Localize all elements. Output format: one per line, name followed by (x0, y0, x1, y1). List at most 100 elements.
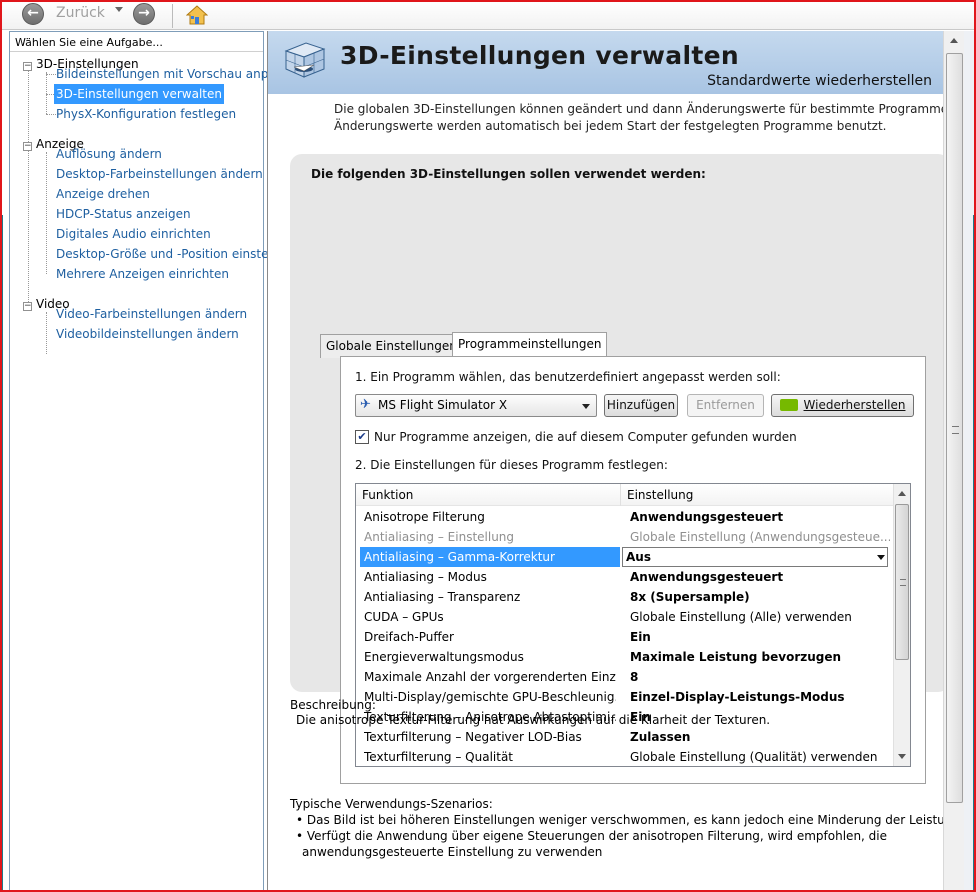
intro-line: Die globalen 3D-Einstellungen können geä… (334, 102, 944, 116)
intro-line: Änderungswerte werden automatisch bei je… (334, 119, 887, 133)
desktop-edge-left (0, 215, 3, 892)
function-cell: Texturfilterung – Negativer LOD-Bias (364, 730, 582, 744)
program-select-value: MS Flight Simulator X (378, 398, 508, 412)
step2-label: 2. Die Einstellungen für dieses Programm… (355, 458, 668, 472)
content-pane: 3D-Einstellungen verwalten Standardwerte… (267, 31, 950, 892)
setting-cell: Ein (630, 630, 651, 644)
program-select[interactable]: ✈ MS Flight Simulator X (355, 394, 597, 417)
table-row[interactable]: Energieverwaltungsmodus Maximale Leistung… (356, 647, 893, 667)
setting-cell: Anwendungsgesteuert (630, 510, 784, 524)
setting-dropdown[interactable]: Aus (622, 547, 888, 567)
column-header-setting[interactable]: Einstellung (620, 484, 693, 506)
step1-label: 1. Ein Programm wählen, das benutzerdefi… (355, 370, 781, 384)
scroll-down-icon[interactable] (898, 754, 906, 759)
function-cell: Maximale Anzahl der vorgerenderten Einz.… (364, 670, 616, 684)
setting-cell: Einzel-Display-Leistungs-Modus (630, 690, 845, 704)
table-row[interactable]: Maximale Anzahl der vorgerenderten Einz.… (356, 667, 893, 687)
sidebar-item-videobild[interactable]: Videobildeinstellungen ändern (56, 324, 239, 344)
table-row[interactable]: Multi-Display/gemischte GPU-Beschleunig.… (356, 687, 893, 707)
setting-cell: Maximale Leistung bevorzugen (630, 650, 842, 664)
function-cell: CUDA – GPUs (364, 610, 444, 624)
settings-group: Die folgenden 3D-Einstellungen sollen ve… (290, 154, 950, 784)
chevron-down-icon[interactable] (877, 555, 885, 560)
function-cell: Antialiasing – Einstellung (364, 530, 515, 544)
toolbar-separator (172, 4, 173, 28)
scroll-thumb[interactable] (895, 504, 909, 660)
task-pane: Wählen Sie eine Aufgabe... − 3D-Einstellu… (9, 31, 276, 892)
scroll-thumb[interactable] (946, 53, 963, 803)
sidebar-item-desktop-groesse[interactable]: Desktop-Größe und -Position einstell (56, 244, 275, 264)
table-row[interactable]: Antialiasing – Einstellung Globale Einste… (356, 527, 893, 547)
forward-arrow-icon[interactable]: → (133, 3, 155, 25)
chevron-down-icon[interactable] (582, 404, 590, 409)
setting-cell: 8x (Supersample) (630, 590, 750, 604)
usage-label: Typische Verwendungs-Szenarios: (290, 797, 493, 811)
function-cell: Texturfilterung – Qualität (364, 750, 514, 764)
sidebar-item-aufloesung[interactable]: Auflösung ändern (56, 144, 162, 164)
tab-program[interactable]: Programmeinstellungen (452, 332, 608, 359)
setting-cell: Anwendungsgesteuert (630, 570, 784, 584)
group-title: Die folgenden 3D-Einstellungen sollen ve… (311, 167, 706, 181)
table-row[interactable]: Anisotrope Filterung Anwendungsgesteuert (356, 507, 893, 527)
sidebar-item-drehen[interactable]: Anzeige drehen (56, 184, 150, 204)
tree-line (46, 312, 47, 354)
table-row[interactable]: CUDA – GPUs Globale Einstellung (Alle) ve… (356, 607, 893, 627)
table-row[interactable]: Antialiasing – Modus Anwendungsgesteuert (356, 567, 893, 587)
scroll-up-icon[interactable] (950, 38, 958, 43)
toolbar: ← Zurück → (2, 2, 974, 30)
usage-line: anwendungsgesteuerte Einstellung zu verw… (302, 845, 603, 859)
sidebar-item-mehrere-anzeigen[interactable]: Mehrere Anzeigen einrichten (56, 264, 229, 284)
table-row[interactable]: Antialiasing – Gamma-Korrektur Aus (356, 547, 893, 567)
tree-line (28, 64, 29, 304)
sidebar-item-hdcp[interactable]: HDCP-Status anzeigen (56, 204, 191, 224)
function-cell: Antialiasing – Gamma-Korrektur (360, 547, 620, 567)
restore-button-label: Wiederherstellen (803, 398, 906, 412)
table-scrollbar[interactable] (893, 484, 910, 766)
usage-line: • Verfügt die Anwendung über eigene Steu… (296, 829, 888, 843)
sidebar-item-video-farbe[interactable]: Video-Farbeinstellungen ändern (56, 304, 247, 324)
history-dropdown-icon[interactable] (115, 7, 123, 12)
sidebar-item-audio[interactable]: Digitales Audio einrichten (56, 224, 211, 244)
tab-global[interactable]: Globale Einstellungen (320, 334, 463, 358)
sidebar-item-desktop-farbe[interactable]: Desktop-Farbeinstellungen ändern (56, 164, 263, 184)
table-row[interactable]: Dreifach-Puffer Ein (356, 627, 893, 647)
page-banner: 3D-Einstellungen verwalten Standardwerte… (268, 31, 944, 94)
tree-line (46, 152, 47, 274)
content-scrollbar[interactable] (943, 31, 964, 892)
sidebar-item-3d-verwalten[interactable]: 3D-Einstellungen verwalten (54, 84, 224, 104)
grip-icon (900, 579, 906, 586)
scroll-up-icon[interactable] (898, 491, 906, 496)
airplane-icon: ✈ (360, 397, 371, 412)
table-row[interactable]: Texturfilterung – Negativer LOD-Bias Zula… (356, 727, 893, 747)
setting-cell: Globale Einstellung (Alle) verwenden (630, 610, 852, 624)
table-header: Funktion Einstellung (356, 484, 893, 506)
3d-cube-icon (284, 42, 326, 78)
page-title: 3D-Einstellungen verwalten (340, 41, 739, 70)
found-programs-checkbox[interactable]: ✔ (355, 430, 369, 444)
back-label[interactable]: Zurück (56, 5, 105, 21)
found-programs-label[interactable]: Nur Programme anzeigen, die auf diesem C… (374, 430, 797, 444)
sidebar-item-physx[interactable]: PhysX-Konfiguration festlegen (56, 104, 236, 124)
home-icon[interactable] (186, 5, 208, 25)
tree-line (46, 72, 47, 114)
restore-defaults-link[interactable]: Standardwerte wiederherstellen (707, 73, 932, 89)
intro-text: Die globalen 3D-Einstellungen können geä… (334, 101, 944, 135)
remove-button[interactable]: Entfernen (687, 394, 764, 417)
grip-icon (952, 426, 959, 434)
collapse-icon[interactable]: − (23, 142, 32, 151)
collapse-icon[interactable]: − (23, 62, 32, 71)
collapse-icon[interactable]: − (23, 302, 32, 311)
function-cell: Antialiasing – Modus (364, 570, 487, 584)
add-button[interactable]: Hinzufügen (604, 394, 678, 417)
tree-branch (46, 74, 56, 75)
restore-button[interactable]: Wiederherstellen (771, 394, 914, 417)
nvidia-icon (779, 399, 798, 411)
usage-text: • Das Bild ist bei höheren Einstellungen… (296, 812, 944, 860)
sidebar-item-bildeinstellungen[interactable]: Bildeinstellungen mit Vorschau anpa (56, 64, 276, 84)
setting-cell: Globale Einstellung (Anwendungsgesteue..… (630, 530, 890, 544)
back-arrow-icon[interactable]: ← (22, 3, 44, 25)
setting-cell: Globale Einstellung (Qualität) verwenden (630, 750, 878, 764)
column-header-function[interactable]: Funktion (356, 484, 413, 506)
table-row[interactable]: Antialiasing – Transparenz 8x (Supersampl… (356, 587, 893, 607)
table-row[interactable]: Texturfilterung – Qualität Globale Einste… (356, 747, 893, 766)
